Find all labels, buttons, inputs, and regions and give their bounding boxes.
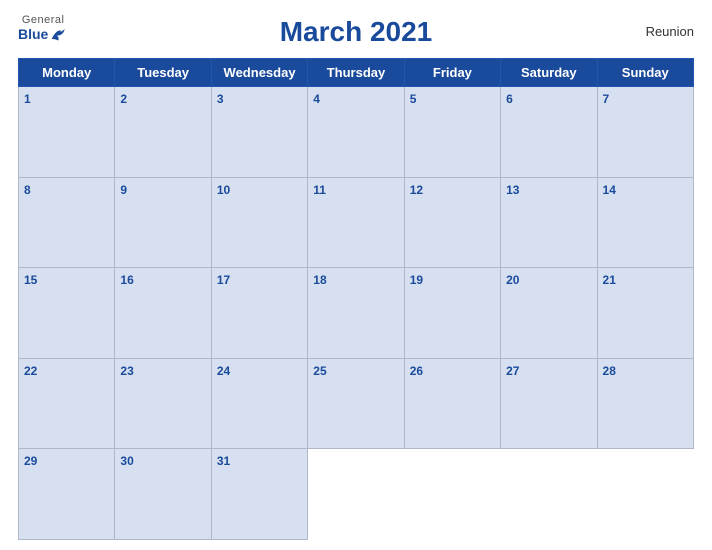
calendar-cell: 31 (211, 449, 307, 540)
calendar-cell: 20 (501, 268, 597, 359)
day-number: 1 (24, 92, 31, 106)
weekday-header-saturday: Saturday (501, 59, 597, 87)
day-number: 2 (120, 92, 127, 106)
calendar-cell (597, 449, 693, 540)
calendar-cell: 21 (597, 268, 693, 359)
day-number: 30 (120, 454, 133, 468)
calendar-cell: 4 (308, 87, 404, 178)
calendar-cell: 19 (404, 268, 500, 359)
calendar-cell: 16 (115, 268, 211, 359)
day-number: 15 (24, 273, 37, 287)
day-number: 27 (506, 364, 519, 378)
calendar-table: MondayTuesdayWednesdayThursdayFridaySatu… (18, 58, 694, 540)
day-number: 20 (506, 273, 519, 287)
calendar-header: General Blue March 2021 Reunion (18, 10, 694, 52)
calendar-cell: 30 (115, 449, 211, 540)
calendar-cell: 10 (211, 177, 307, 268)
day-number: 25 (313, 364, 326, 378)
week-row-4: 22 23 24 25 26 27 28 (19, 358, 694, 449)
week-row-5: 29 30 31 (19, 449, 694, 540)
calendar-title: March 2021 (280, 16, 433, 48)
calendar-cell: 12 (404, 177, 500, 268)
day-number: 21 (603, 273, 616, 287)
calendar-cell: 6 (501, 87, 597, 178)
weekday-header-friday: Friday (404, 59, 500, 87)
logo: General Blue (18, 14, 68, 42)
calendar-cell: 26 (404, 358, 500, 449)
logo-general: General (22, 14, 65, 26)
day-number: 16 (120, 273, 133, 287)
day-number: 31 (217, 454, 230, 468)
day-number: 29 (24, 454, 37, 468)
calendar-cell (308, 449, 404, 540)
calendar-cell: 8 (19, 177, 115, 268)
day-number: 6 (506, 92, 513, 106)
day-number: 19 (410, 273, 423, 287)
calendar-cell: 9 (115, 177, 211, 268)
day-number: 13 (506, 183, 519, 197)
day-number: 23 (120, 364, 133, 378)
calendar-cell: 27 (501, 358, 597, 449)
weekday-header-sunday: Sunday (597, 59, 693, 87)
day-number: 10 (217, 183, 230, 197)
day-number: 28 (603, 364, 616, 378)
day-number: 5 (410, 92, 417, 106)
weekday-header-row: MondayTuesdayWednesdayThursdayFridaySatu… (19, 59, 694, 87)
day-number: 17 (217, 273, 230, 287)
day-number: 26 (410, 364, 423, 378)
day-number: 12 (410, 183, 423, 197)
weekday-header-monday: Monday (19, 59, 115, 87)
day-number: 8 (24, 183, 31, 197)
calendar-cell: 25 (308, 358, 404, 449)
day-number: 7 (603, 92, 610, 106)
region-label: Reunion (646, 24, 694, 39)
calendar-cell: 15 (19, 268, 115, 359)
week-row-3: 15 16 17 18 19 20 21 (19, 268, 694, 359)
calendar-cell: 23 (115, 358, 211, 449)
day-number: 11 (313, 183, 326, 197)
calendar-cell: 3 (211, 87, 307, 178)
day-number: 24 (217, 364, 230, 378)
calendar-cell: 14 (597, 177, 693, 268)
week-row-2: 8 9 10 11 12 13 14 (19, 177, 694, 268)
day-number: 9 (120, 183, 127, 197)
day-number: 14 (603, 183, 616, 197)
day-number: 4 (313, 92, 320, 106)
day-number: 3 (217, 92, 224, 106)
calendar-cell: 5 (404, 87, 500, 178)
calendar-cell: 1 (19, 87, 115, 178)
calendar-cell: 28 (597, 358, 693, 449)
calendar-cell (501, 449, 597, 540)
calendar-cell: 17 (211, 268, 307, 359)
weekday-header-thursday: Thursday (308, 59, 404, 87)
weekday-header-wednesday: Wednesday (211, 59, 307, 87)
calendar-cell: 2 (115, 87, 211, 178)
week-row-1: 1 2 3 4 5 6 7 (19, 87, 694, 178)
day-number: 22 (24, 364, 37, 378)
calendar-cell (404, 449, 500, 540)
day-number: 18 (313, 273, 326, 287)
calendar-cell: 13 (501, 177, 597, 268)
calendar-cell: 11 (308, 177, 404, 268)
weekday-header-tuesday: Tuesday (115, 59, 211, 87)
calendar-cell: 18 (308, 268, 404, 359)
calendar-cell: 29 (19, 449, 115, 540)
logo-blue: Blue (18, 26, 68, 42)
logo-bird-icon (50, 27, 68, 41)
calendar-cell: 7 (597, 87, 693, 178)
calendar-cell: 22 (19, 358, 115, 449)
calendar-cell: 24 (211, 358, 307, 449)
